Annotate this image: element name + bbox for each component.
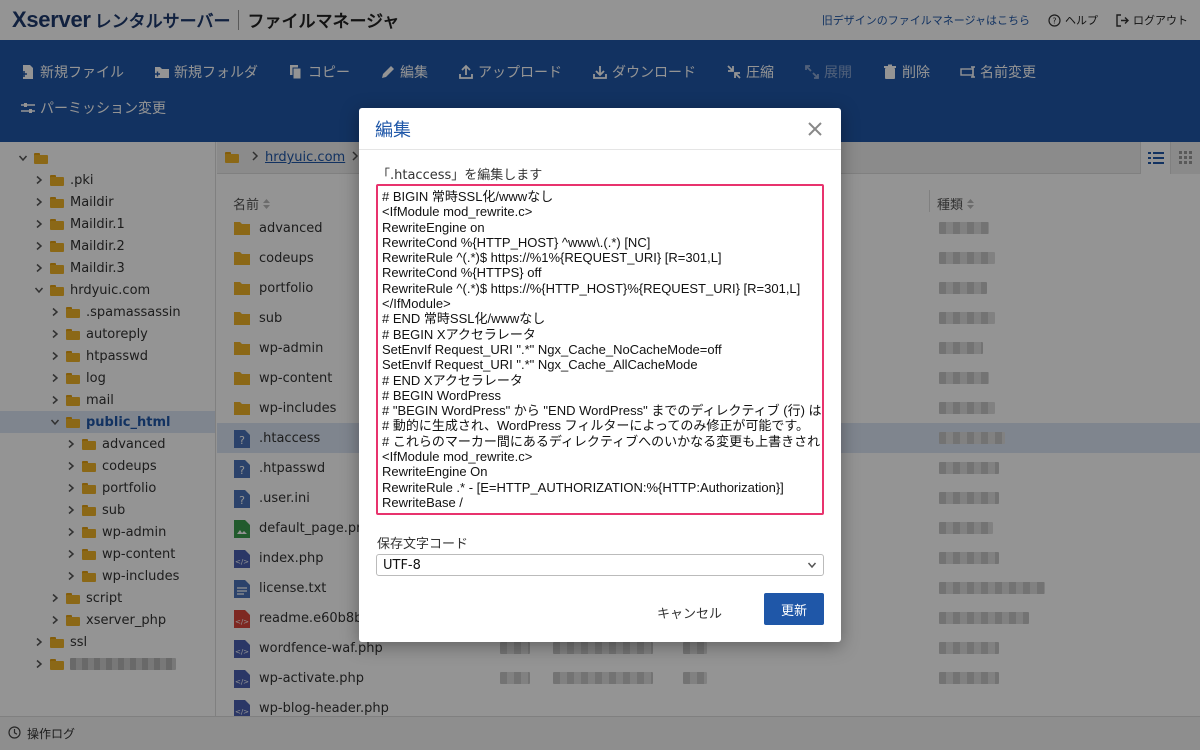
encoding-label: 保存文字コード xyxy=(377,537,469,552)
chevron-down-icon xyxy=(807,560,817,570)
close-icon[interactable] xyxy=(805,119,825,139)
update-button[interactable]: 更新 xyxy=(764,593,824,625)
encoding-select[interactable]: UTF-8 xyxy=(376,554,824,576)
dialog-title: 編集 xyxy=(375,119,411,141)
htaccess-editor-textarea[interactable]: # BIGIN 常時SSL化/wwwなし <IfModule mod_rewri… xyxy=(376,184,824,515)
dialog-description: 「.htaccess」を編集します xyxy=(377,168,543,183)
encoding-value: UTF-8 xyxy=(383,557,421,573)
edit-dialog: 編集 「.htaccess」を編集します # BIGIN 常時SSL化/wwwな… xyxy=(359,108,841,642)
cancel-button[interactable]: キャンセル xyxy=(657,596,722,628)
